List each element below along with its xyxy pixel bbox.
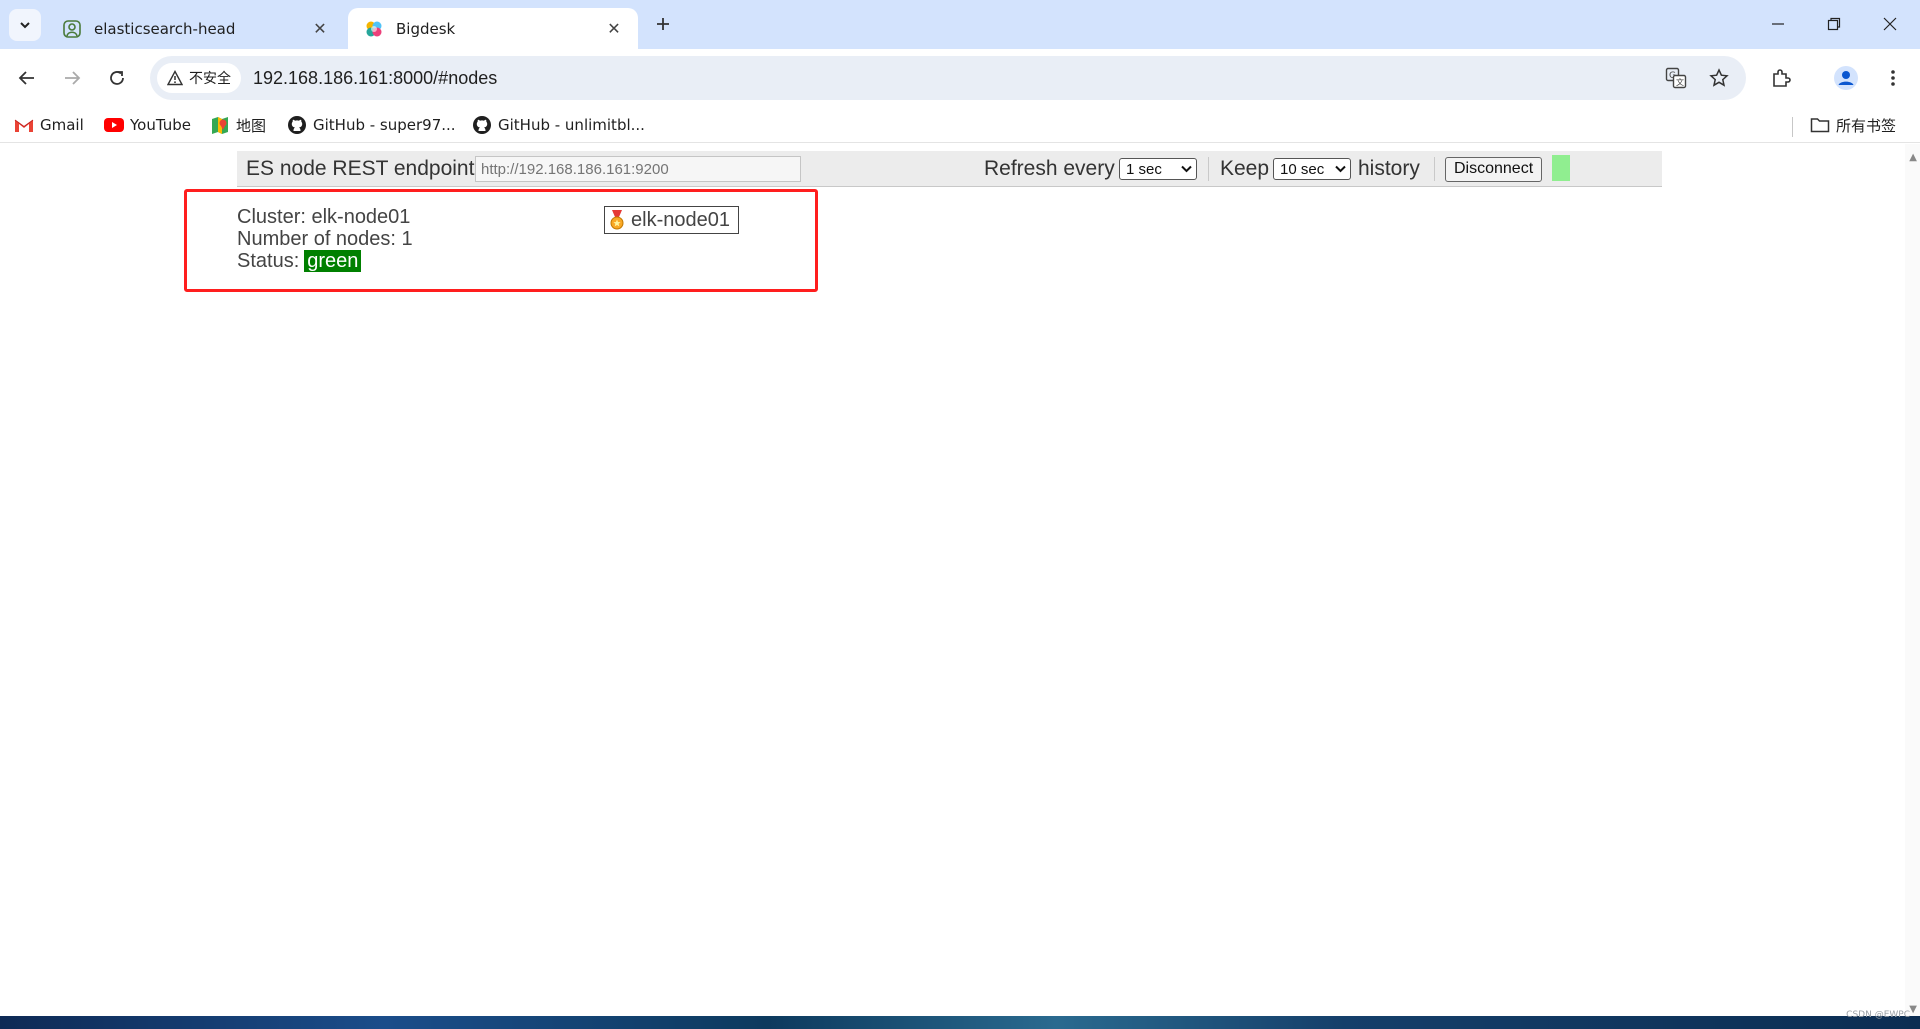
tab-strip: elasticsearch-head ✕ Bigdesk ✕ (0, 0, 1920, 49)
browser-toolbar: 不安全 192.168.186.161:8000/#nodes G文 (0, 49, 1920, 107)
bookmark-youtube[interactable]: YouTube (104, 113, 191, 137)
refresh-interval-select[interactable]: 1 sec (1119, 158, 1197, 180)
security-label: 不安全 (189, 71, 231, 87)
node-name: elk-node01 (631, 208, 730, 231)
reload-button[interactable] (100, 61, 134, 95)
endpoint-input[interactable]: http://192.168.186.161:9200 (475, 156, 801, 182)
chevron-down-icon (20, 22, 30, 29)
github-icon (287, 115, 307, 135)
star-icon (1709, 68, 1729, 87)
arrow-left-icon (18, 71, 34, 85)
disconnect-button[interactable]: Disconnect (1445, 156, 1543, 182)
master-node-icon (610, 210, 624, 230)
new-tab-button[interactable] (650, 11, 676, 37)
vertical-scrollbar[interactable] (1905, 144, 1920, 1016)
bookmark-github-unlimitbl[interactable]: GitHub - unlimitbl... (472, 113, 645, 137)
cluster-name: Cluster: elk-node01 (237, 206, 411, 228)
scroll-up-arrow-icon[interactable]: ▲ (1909, 152, 1917, 163)
status-badge: green (304, 250, 362, 272)
tab-title: elasticsearch-head (94, 19, 236, 38)
more-vertical-icon (1891, 70, 1895, 86)
refresh-label: Refresh every (984, 157, 1115, 180)
history-label: history (1358, 157, 1420, 180)
url-text[interactable]: 192.168.186.161:8000/#nodes (253, 68, 497, 89)
status-label: Status: (237, 250, 300, 272)
bookmark-label: 地图 (236, 116, 267, 135)
keep-value: 10 sec (1280, 160, 1325, 178)
page-content: ES node REST endpoint http://192.168.186… (0, 144, 1920, 1016)
all-bookmarks-label: 所有书签 (1836, 116, 1897, 135)
scroll-down-arrow-icon[interactable]: ▼ (1909, 1004, 1917, 1015)
translate-button[interactable]: G文 (1662, 64, 1690, 92)
toolbar-divider (1434, 157, 1435, 181)
cluster-info: Cluster: elk-node01 Number of nodes: 1 S… (237, 206, 413, 272)
node-count: Number of nodes: 1 (237, 228, 413, 250)
github-icon (472, 115, 492, 135)
bookmarks-bar: Gmail YouTube 地图 GitHub - super97... Git… (0, 107, 1920, 143)
bookmark-label: YouTube (130, 116, 191, 134)
youtube-icon (104, 115, 124, 135)
chevron-down-icon (1181, 165, 1192, 173)
reload-icon (110, 71, 124, 85)
restore-button[interactable] (1806, 0, 1862, 48)
toolbar-divider (1208, 157, 1209, 181)
bookmark-maps[interactable]: 地图 (210, 113, 266, 137)
close-tab-icon[interactable]: ✕ (604, 19, 624, 39)
close-tab-icon[interactable]: ✕ (310, 19, 330, 39)
plus-icon (657, 18, 669, 30)
folder-icon (1810, 115, 1830, 135)
chevron-down-icon (1335, 165, 1346, 173)
tab-elasticsearch-head[interactable]: elasticsearch-head ✕ (46, 8, 344, 49)
close-icon (1883, 17, 1897, 31)
elasticsearch-head-favicon-icon (63, 19, 81, 38)
node-elk-node01[interactable]: elk-node01 (604, 206, 739, 234)
warning-icon (167, 70, 183, 86)
all-bookmarks-button[interactable]: 所有书签 (1810, 113, 1896, 137)
puzzle-icon (1773, 69, 1791, 87)
avatar-icon (1834, 66, 1858, 90)
gmail-icon (14, 115, 34, 135)
tab-search-button[interactable] (9, 9, 41, 41)
back-button[interactable] (10, 61, 44, 95)
menu-button[interactable] (1876, 61, 1910, 95)
profile-button[interactable] (1829, 61, 1863, 95)
close-window-button[interactable] (1862, 0, 1918, 48)
translate-icon: G文 (1665, 67, 1687, 89)
minimize-icon (1772, 23, 1784, 25)
arrow-right-icon (65, 71, 81, 85)
disconnect-wrapper: Disconnect (1445, 156, 1543, 182)
minimize-button[interactable] (1750, 0, 1806, 48)
bookmark-label: GitHub - super97... (313, 116, 456, 134)
endpoint-label: ES node REST endpoint (246, 157, 475, 180)
bigdesk-header-bar: ES node REST endpoint http://192.168.186… (237, 151, 1662, 187)
site-info-chip[interactable]: 不安全 (157, 63, 241, 93)
extensions-button[interactable] (1764, 61, 1798, 95)
refresh-select-wrapper: 1 sec (1119, 156, 1197, 182)
desktop-background-strip (0, 1016, 1920, 1029)
bookmarks-divider (1792, 117, 1793, 137)
keep-select-wrapper: 10 sec (1273, 156, 1351, 182)
restore-icon (1827, 17, 1841, 31)
keep-label: Keep (1220, 157, 1270, 180)
history-keep-select[interactable]: 10 sec (1273, 158, 1351, 180)
address-bar[interactable]: 不安全 192.168.186.161:8000/#nodes G文 (150, 56, 1746, 100)
tab-title: Bigdesk (396, 19, 456, 38)
bookmark-gmail[interactable]: Gmail (14, 113, 84, 137)
bookmark-star-button[interactable] (1705, 64, 1733, 92)
connection-status-indicator (1552, 155, 1570, 181)
endpoint-input-wrapper: http://192.168.186.161:9200 (475, 156, 801, 182)
refresh-value: 1 sec (1126, 160, 1162, 178)
bookmark-github-super97[interactable]: GitHub - super97... (287, 113, 456, 137)
forward-button[interactable] (55, 61, 89, 95)
maps-icon (210, 115, 230, 135)
status-row: Status: green (237, 250, 413, 272)
tab-bigdesk[interactable]: Bigdesk ✕ (348, 8, 638, 49)
bookmark-label: Gmail (40, 116, 84, 134)
bigdesk-favicon-icon (366, 21, 382, 36)
bookmark-label: GitHub - unlimitbl... (498, 116, 645, 134)
svg-text:文: 文 (1676, 77, 1684, 87)
watermark: CSDN @EWPC (1846, 1010, 1910, 1020)
